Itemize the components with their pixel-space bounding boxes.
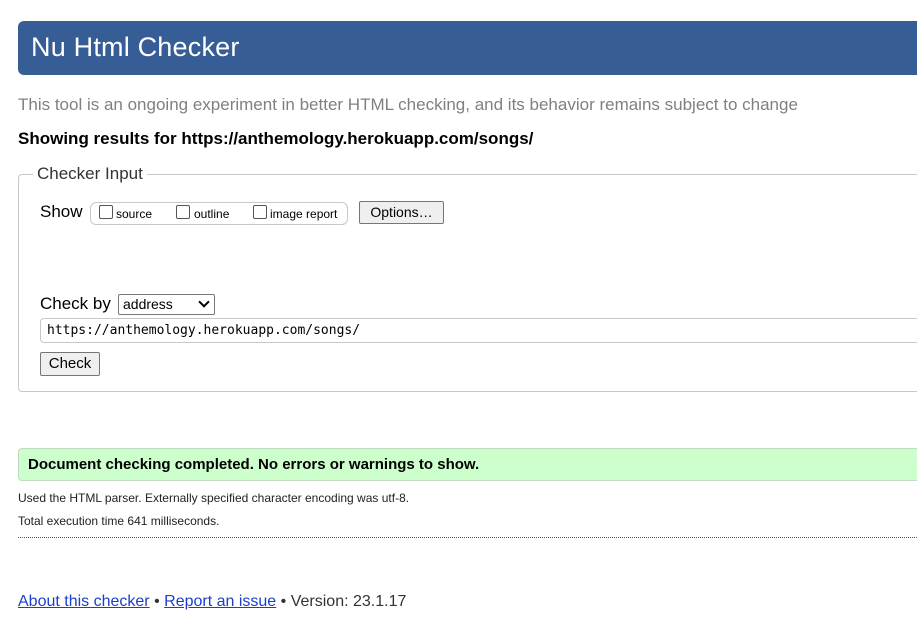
execution-time-detail: Total execution time 641 milliseconds. xyxy=(18,514,220,528)
about-checker-link[interactable]: About this checker xyxy=(18,593,150,610)
divider xyxy=(18,537,917,538)
source-checkbox-label[interactable]: source xyxy=(116,207,152,221)
version-text: Version: 23.1.17 xyxy=(290,593,407,610)
outline-checkbox-label[interactable]: outline xyxy=(194,207,229,221)
check-button[interactable]: Check xyxy=(40,352,100,376)
check-by-select[interactable]: address xyxy=(118,294,215,315)
showing-results-heading: Showing results for https://anthemology.… xyxy=(18,129,534,148)
footer: About this checker • Report an issue • V… xyxy=(18,593,406,611)
footer-separator: • xyxy=(280,593,287,610)
parser-detail: Used the HTML parser. Externally specifi… xyxy=(18,491,410,505)
url-input[interactable]: https://anthemology.herokuapp.com/songs/ xyxy=(40,318,917,343)
checker-input-legend: Checker Input xyxy=(33,164,147,184)
page-header: Nu Html Checker xyxy=(18,21,917,75)
footer-separator: • xyxy=(154,593,160,610)
check-by-selected-value: address xyxy=(123,296,173,312)
options-button[interactable]: Options… xyxy=(359,201,444,224)
intro-text: This tool is an ongoing experiment in be… xyxy=(18,95,798,114)
result-message: Document checking completed. No errors o… xyxy=(28,456,480,473)
source-checkbox[interactable] xyxy=(99,205,113,219)
check-by-label: Check by xyxy=(40,294,111,313)
outline-checkbox[interactable] xyxy=(176,205,190,219)
show-options-group: source outline image report xyxy=(90,202,348,225)
page-title: Nu Html Checker xyxy=(31,32,240,62)
image-report-checkbox[interactable] xyxy=(253,205,267,219)
chevron-down-icon xyxy=(198,296,210,308)
report-issue-link[interactable]: Report an issue xyxy=(164,593,276,610)
result-message-box: Document checking completed. No errors o… xyxy=(18,448,917,481)
show-label: Show xyxy=(40,202,83,221)
image-report-checkbox-label[interactable]: image report xyxy=(270,207,337,221)
